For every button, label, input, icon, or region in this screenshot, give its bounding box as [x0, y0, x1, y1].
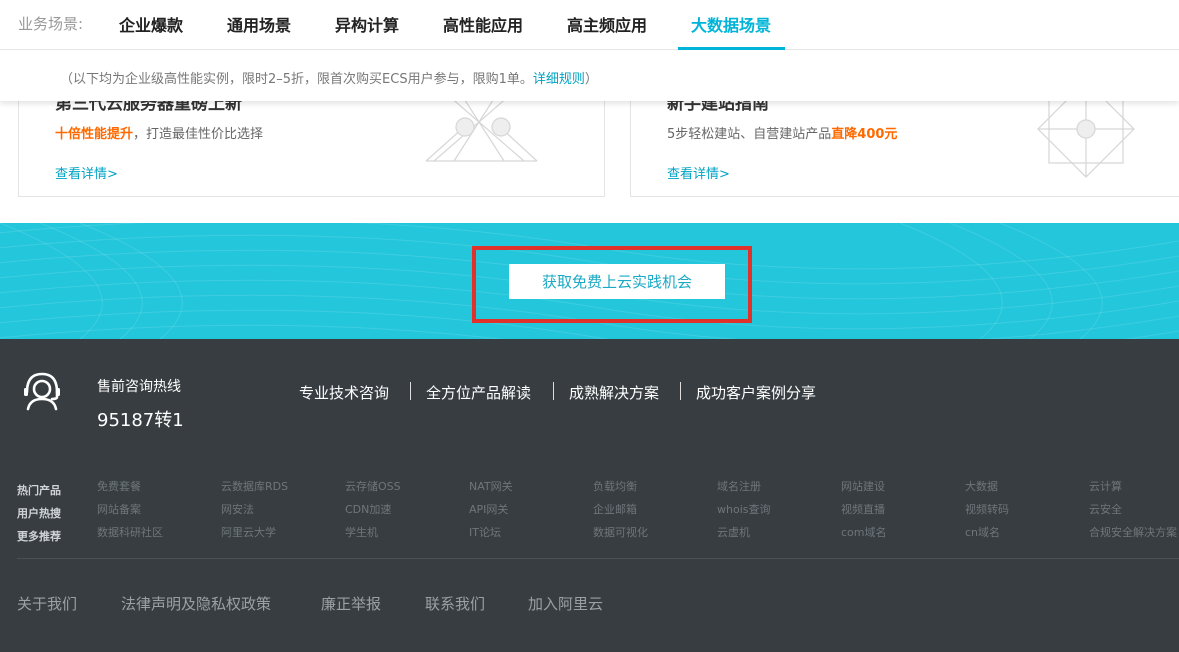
tab-big-data[interactable]: 大数据场景	[691, 12, 771, 36]
customer-service-icon	[24, 372, 60, 411]
footer-link[interactable]: 数据科研社区	[97, 524, 163, 540]
about-us-link[interactable]: 关于我们	[17, 593, 77, 614]
footer-link[interactable]: 域名注册	[717, 478, 761, 494]
footer-link[interactable]: 云存储OSS	[345, 478, 401, 494]
footer-link[interactable]: CDN加速	[345, 501, 391, 517]
footer-link[interactable]: 云数据库RDS	[221, 478, 288, 494]
footer-link[interactable]: 企业邮箱	[593, 501, 637, 517]
cta-banner: 获取免费上云实践机会	[0, 223, 1179, 339]
tab-high-performance[interactable]: 高性能应用	[443, 12, 523, 36]
footer-link[interactable]: 云安全	[1089, 501, 1122, 517]
tab-general[interactable]: 通用场景	[227, 12, 291, 36]
scenario-nav: 业务场景: 企业爆款 通用场景 异构计算 高性能应用 高主频应用 大数据场景	[0, 0, 1179, 50]
footer-link[interactable]: 学生机	[345, 524, 378, 540]
integrity-report-link[interactable]: 廉正举报	[321, 593, 381, 614]
hotline-number[interactable]: 95187转1	[97, 406, 184, 432]
detail-rules-link[interactable]: 详细规则	[533, 72, 585, 87]
footer-link[interactable]: 云计算	[1089, 478, 1122, 494]
card-details-link[interactable]: 查看详情>	[667, 163, 730, 182]
contact-us-link[interactable]: 联系我们	[425, 593, 485, 614]
footer-link[interactable]: whois查询	[717, 501, 771, 517]
card-description: 十倍性能提升，打造最佳性价比选择	[55, 127, 264, 142]
footer-link[interactable]: 视频直播	[841, 501, 885, 517]
active-tab-indicator	[678, 47, 785, 50]
footer-link[interactable]: 合规安全解决方案	[1089, 524, 1177, 540]
category-more-recommended[interactable]: 更多推荐	[17, 528, 61, 544]
promo-notice: （以下均为企业级高性能实例，限时2–5折，限首次购买ECS用户参与，限购1单。详…	[0, 51, 1179, 101]
footer-link[interactable]: 阿里云大学	[221, 524, 276, 540]
footer-link[interactable]: 网安法	[221, 501, 254, 517]
card-details-link[interactable]: 查看详情>	[55, 163, 118, 182]
footer-links: 热门产品 用户热搜 更多推荐 免费套餐 云数据库RDS 云存储OSS NAT网关 负载均…	[0, 450, 1179, 652]
footer-link[interactable]: 网站建设	[841, 478, 885, 494]
footer-link[interactable]: com域名	[841, 524, 887, 540]
footer-divider	[17, 558, 1179, 559]
legal-privacy-link[interactable]: 法律声明及隐私权政策	[121, 593, 271, 614]
footer-hotline-bar: 售前咨询热线 95187转1 专业技术咨询 全方位产品解读 成熟解决方案 成功客…	[0, 339, 1179, 450]
footer-link[interactable]: 大数据	[965, 478, 998, 494]
footer-link[interactable]: 视频转码	[965, 501, 1009, 517]
footer-link[interactable]: 负载均衡	[593, 478, 637, 494]
footer-link[interactable]: 云虚机	[717, 524, 750, 540]
separator	[553, 382, 554, 400]
separator	[410, 382, 411, 400]
card-description: 5步轻松建站、自营建站产品直降400元	[667, 127, 898, 142]
scenario-label: 业务场景:	[18, 15, 84, 33]
join-us-link[interactable]: 加入阿里云	[528, 593, 603, 614]
footer-link[interactable]: cn域名	[965, 524, 1000, 540]
footer-link[interactable]: IT论坛	[469, 524, 501, 540]
footer-link[interactable]: NAT网关	[469, 478, 513, 494]
service-solutions[interactable]: 成熟解决方案	[569, 382, 659, 403]
free-trial-button[interactable]: 获取免费上云实践机会	[509, 264, 725, 299]
footer-link[interactable]: 数据可视化	[593, 524, 648, 540]
tab-heterogeneous-computing[interactable]: 异构计算	[335, 12, 399, 36]
tab-enterprise-hot[interactable]: 企业爆款	[119, 12, 183, 36]
category-hot-products[interactable]: 热门产品	[17, 482, 61, 498]
page: 第三代云服务器重磅上新 十倍性能提升，打造最佳性价比选择 查看详情> 新手建站指…	[0, 0, 1179, 652]
hotline-label: 售前咨询热线	[97, 379, 181, 395]
separator	[680, 382, 681, 400]
category-user-searches[interactable]: 用户热搜	[17, 505, 61, 521]
service-case-studies[interactable]: 成功客户案例分享	[696, 382, 816, 403]
service-tech-consult[interactable]: 专业技术咨询	[299, 382, 389, 403]
notice-text: （以下均为企业级高性能实例，限时2–5折，限首次购买ECS用户参与，限购1单。详…	[60, 72, 598, 87]
tab-high-frequency[interactable]: 高主频应用	[567, 12, 647, 36]
footer-link[interactable]: API网关	[469, 501, 508, 517]
service-product-intro[interactable]: 全方位产品解读	[426, 382, 531, 403]
footer-link[interactable]: 免费套餐	[97, 478, 141, 494]
footer-link[interactable]: 网站备案	[97, 501, 141, 517]
